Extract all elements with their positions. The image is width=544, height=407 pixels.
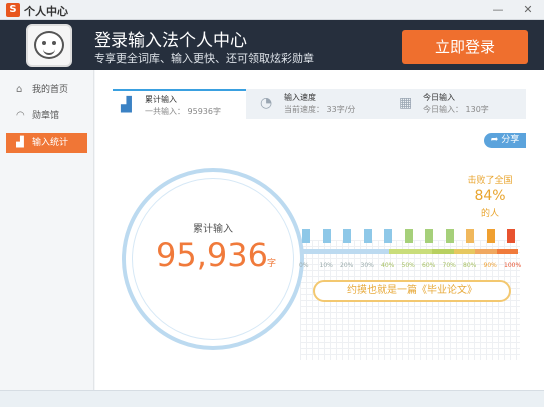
close-button[interactable]: ✕ — [514, 0, 542, 20]
share-icon: ➦ — [490, 135, 502, 145]
beat-line2: 的人 — [480, 209, 499, 219]
avatar — [26, 24, 72, 67]
login-banner: 登录输入法个人中心 专享更全词库、输入更快、还可领取炫彩勋章 立即登录 — [0, 20, 544, 70]
bar-segment — [432, 249, 454, 254]
scale-tick-label: 20% — [340, 262, 354, 269]
scale-tick-label: 50% — [401, 262, 415, 269]
sidebar-item-label: 输入统计 — [32, 138, 69, 148]
person-icon — [486, 229, 495, 243]
scale-tick-label: 60% — [422, 262, 436, 269]
bar-segment — [389, 249, 411, 254]
scale-tick-label: 70% — [442, 262, 456, 269]
person-icon — [343, 229, 351, 243]
title-bar: S 个人中心 — ✕ — [0, 0, 544, 20]
sidebar-item-stats[interactable]: ▟ 输入统计 — [6, 133, 87, 153]
person-icon — [363, 229, 372, 243]
share-button[interactable]: ➦ 分享 — [484, 133, 526, 148]
share-label: 分享 — [501, 135, 520, 145]
bar-segment — [475, 249, 497, 254]
chart-icon: ▟ — [121, 97, 132, 113]
tab-subtitle: 当前速度： 33字/分 — [284, 105, 356, 114]
tab-input-speed[interactable]: ◔ 输入速度 当前速度： 33字/分 — [252, 89, 385, 119]
bar-segment — [303, 249, 325, 254]
tab-title: 输入速度 — [284, 93, 316, 102]
medal-icon: ◠ — [16, 110, 25, 121]
window-title: 个人中心 — [24, 5, 68, 18]
person-icon — [302, 229, 310, 243]
sogou-logo-icon: S — [6, 3, 20, 17]
person-icon — [425, 229, 433, 243]
bar-segment — [346, 249, 368, 254]
bottom-bar — [0, 390, 544, 407]
bar-segment — [453, 249, 475, 254]
total-input-value: 95,936 — [156, 236, 268, 274]
scale-tick-label: 10% — [319, 262, 333, 269]
login-button[interactable]: 立即登录 — [402, 30, 528, 64]
sidebar-item-medals[interactable]: ◠ 勋章馆 — [6, 106, 87, 126]
speedometer-icon: ◔ — [260, 95, 273, 111]
banner-subline: 专享更全词库、输入更快、还可领取炫彩勋章 — [94, 52, 314, 65]
smiley-face-icon — [34, 31, 64, 59]
beat-line1: 击败了全国 — [467, 176, 513, 186]
tab-today-input[interactable]: ▦ 今日输入 今日输入： 130字 — [391, 89, 524, 119]
person-icon — [507, 229, 515, 243]
scale-tick-label: 30% — [360, 262, 374, 269]
tab-title: 今日输入 — [423, 93, 455, 102]
person-icon — [445, 229, 454, 243]
banner-headline: 登录输入法个人中心 — [94, 31, 247, 51]
total-input-label: 累计输入 — [193, 224, 233, 235]
sidebar-item-home[interactable]: ⌂ 我的首页 — [6, 80, 87, 100]
beat-percentage: 击败了全国 84% 的人 — [455, 173, 525, 219]
scale-tick-label: 80% — [463, 262, 477, 269]
beat-percent: 84% — [474, 188, 506, 204]
scale-tick-label: 0% — [299, 262, 309, 269]
calendar-icon: ▦ — [399, 95, 413, 111]
sidebar: ⌂ 我的首页 ◠ 勋章馆 ▟ 输入统计 — [0, 70, 94, 390]
bar-segment — [410, 249, 432, 254]
ranking-bar — [303, 249, 518, 254]
person-icon — [466, 229, 474, 243]
person-icon — [322, 229, 331, 243]
home-icon: ⌂ — [16, 84, 23, 95]
scale-tick-label: 100% — [504, 262, 522, 269]
bar-segment — [367, 249, 389, 254]
tab-subtitle: 今日输入： 130字 — [423, 105, 489, 114]
stats-tabs: ▟ 累计输入 一共输入： 95936字 ◔ 输入速度 当前速度： 33字/分 ▦… — [113, 89, 526, 119]
scale-tick-label: 90% — [483, 262, 497, 269]
tab-title: 累计输入 — [145, 95, 177, 104]
total-input-circle: 累计输入 95,936 字 — [122, 168, 304, 350]
minimize-button[interactable]: — — [484, 0, 512, 20]
stats-icon: ▟ — [16, 137, 24, 148]
person-icon — [404, 229, 413, 243]
tab-subtitle: 一共输入： 95936字 — [145, 107, 221, 116]
tab-total-input[interactable]: ▟ 累计输入 一共输入： 95936字 — [113, 89, 246, 119]
total-input-unit: 字 — [267, 259, 277, 269]
scale-tick-label: 40% — [381, 262, 395, 269]
comparison-quote: 约摸也就是一篇《毕业论文》 — [313, 280, 511, 302]
stats-panel: ▟ 累计输入 一共输入： 95936字 ◔ 输入速度 当前速度： 33字/分 ▦… — [95, 70, 544, 390]
bar-segment — [496, 249, 518, 254]
bar-segment — [324, 249, 346, 254]
sidebar-item-label: 勋章馆 — [32, 111, 60, 121]
person-icon — [384, 229, 392, 243]
sidebar-item-label: 我的首页 — [32, 85, 69, 95]
